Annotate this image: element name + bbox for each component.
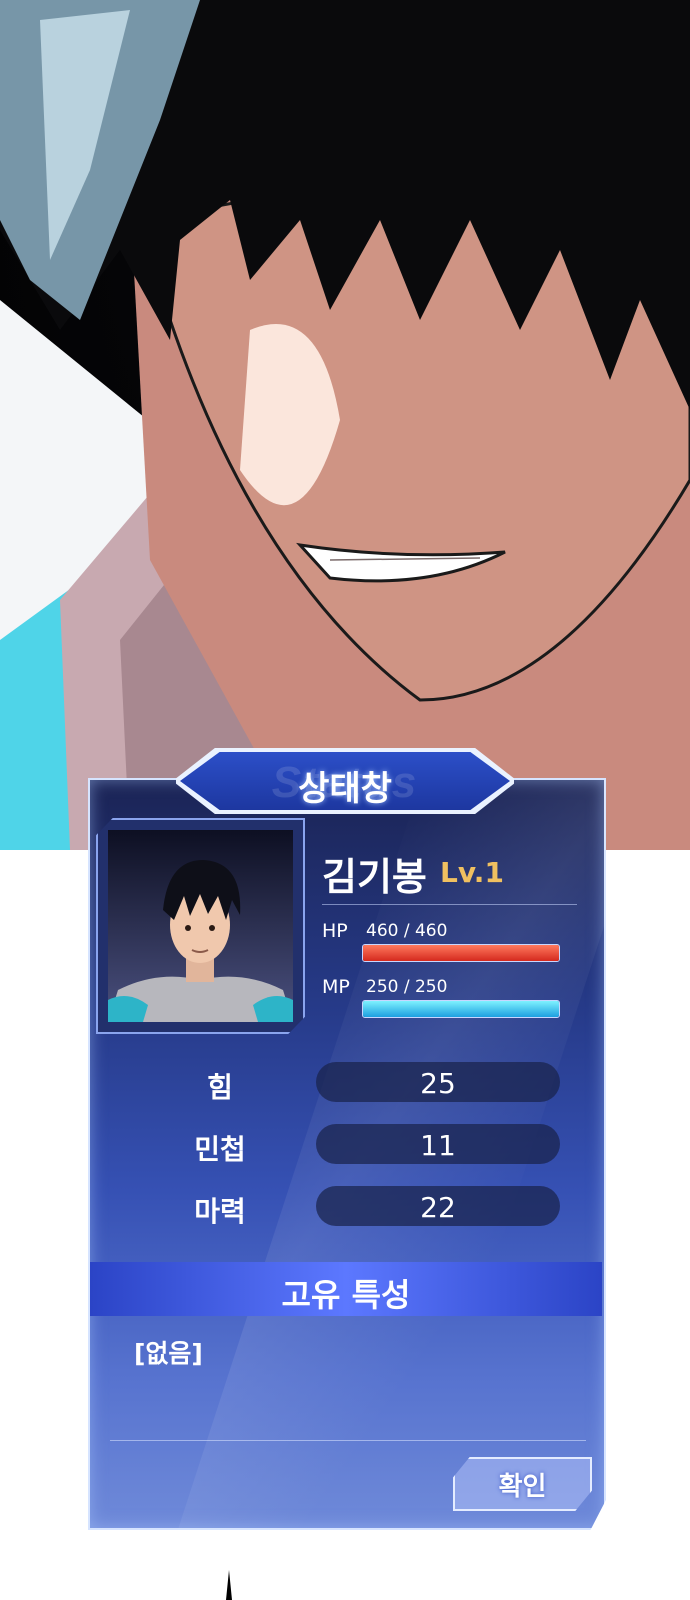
stat-value: 11 bbox=[420, 1129, 456, 1162]
trait-item: [없음] bbox=[134, 1339, 203, 1368]
hp-value: 460 / 460 bbox=[366, 921, 448, 941]
character-name: 김기봉 bbox=[322, 855, 427, 899]
unique-traits-header: 고유 특성 bbox=[90, 1262, 602, 1316]
comic-panel bbox=[0, 0, 690, 850]
character-level: Lv.1 bbox=[440, 856, 504, 889]
character-portrait bbox=[96, 818, 305, 1034]
status-title: 상태창 bbox=[298, 769, 392, 809]
mp-bar-fill bbox=[363, 1001, 559, 1017]
hp-bar bbox=[362, 944, 560, 962]
stat-value: 25 bbox=[420, 1067, 456, 1100]
hp-label: HP bbox=[322, 920, 348, 942]
ink-stroke bbox=[226, 1570, 232, 1600]
hp-bar-fill bbox=[363, 945, 559, 961]
stat-name: 마력 bbox=[194, 1195, 246, 1228]
character-face-illustration bbox=[0, 0, 690, 850]
traits-divider bbox=[110, 1440, 586, 1441]
confirm-button[interactable]: 확인 bbox=[453, 1457, 592, 1511]
name-divider bbox=[322, 904, 577, 905]
stat-name: 힘 bbox=[207, 1071, 233, 1104]
mp-value: 250 / 250 bbox=[366, 977, 448, 997]
portrait-illustration bbox=[108, 830, 293, 1022]
stat-value: 22 bbox=[420, 1191, 456, 1224]
stat-row-strength: 힘 25 bbox=[130, 1062, 560, 1106]
stat-name: 민첩 bbox=[194, 1133, 246, 1166]
stat-row-magic: 마력 22 bbox=[130, 1186, 560, 1230]
mp-label: MP bbox=[322, 976, 350, 998]
unique-traits-title: 고유 특성 bbox=[281, 1276, 411, 1314]
mp-bar bbox=[362, 1000, 560, 1018]
status-title-plate: Status 상태창 bbox=[176, 748, 514, 814]
stat-row-agility: 민첩 11 bbox=[130, 1124, 560, 1168]
confirm-button-label: 확인 bbox=[498, 1471, 547, 1502]
